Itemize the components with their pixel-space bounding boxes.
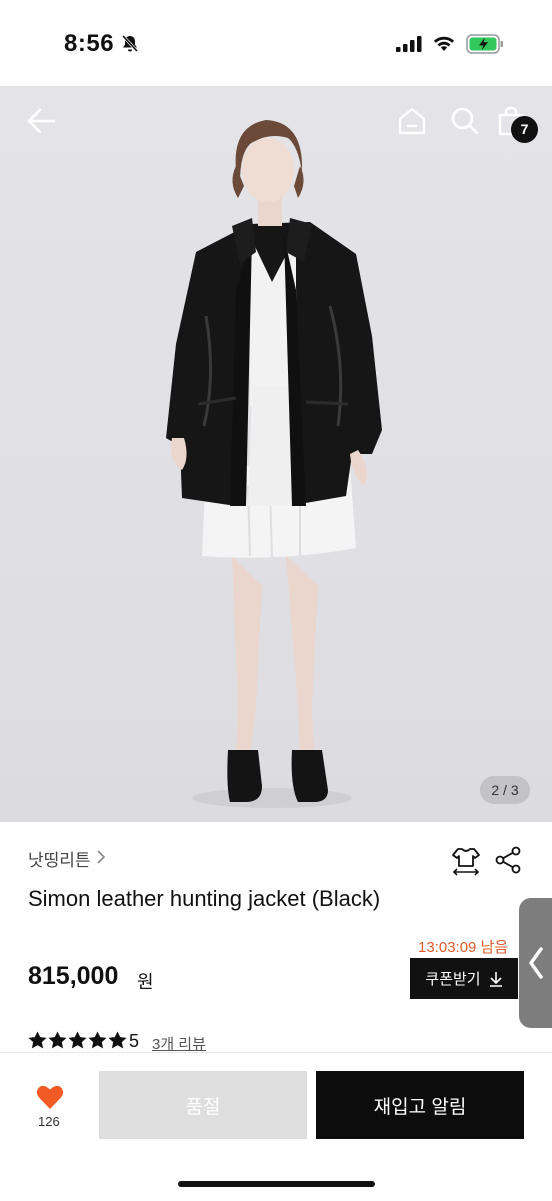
image-page-indicator: 2 / 3 bbox=[480, 776, 530, 804]
download-icon bbox=[489, 971, 502, 987]
star-icon bbox=[68, 1031, 87, 1049]
side-drawer-tab[interactable] bbox=[519, 898, 552, 1028]
brand-link[interactable]: 낫띵리튼 bbox=[28, 846, 91, 871]
battery-charging-icon bbox=[466, 34, 503, 54]
home-indicator[interactable] bbox=[178, 1181, 375, 1187]
restock-notify-label: 재입고 알림 bbox=[373, 1096, 467, 1118]
back-arrow-icon[interactable] bbox=[26, 106, 56, 136]
star-icon bbox=[108, 1031, 127, 1049]
home-icon[interactable] bbox=[397, 106, 427, 136]
product-title: Simon leather hunting jacket (Black) bbox=[28, 886, 381, 911]
status-bar: 8:56 bbox=[0, 0, 552, 86]
soldout-label: 품절 bbox=[185, 1096, 221, 1118]
search-icon[interactable] bbox=[450, 106, 480, 136]
star-icon bbox=[88, 1031, 107, 1049]
coupon-label: 쿠폰받기 bbox=[425, 971, 481, 988]
heart-icon[interactable] bbox=[36, 1084, 64, 1110]
coupon-download-button[interactable]: 쿠폰받기 bbox=[410, 958, 518, 999]
status-time: 8:56 bbox=[64, 30, 115, 57]
restock-notify-button[interactable]: 재입고 알림 bbox=[316, 1071, 524, 1139]
soldout-button[interactable]: 품절 bbox=[99, 1071, 307, 1139]
like-count: 126 bbox=[38, 1114, 60, 1129]
product-image[interactable] bbox=[0, 86, 552, 822]
rating-value: 5 bbox=[129, 1031, 140, 1051]
review-count-link[interactable]: 3개 리뷰 bbox=[152, 1033, 206, 1054]
star-icon bbox=[28, 1031, 47, 1049]
price-currency: 원 bbox=[137, 972, 154, 992]
product-price: 815,000 bbox=[28, 962, 119, 990]
star-icon bbox=[48, 1031, 67, 1049]
cart-count-badge: 7 bbox=[511, 116, 538, 143]
signal-icon bbox=[396, 36, 422, 52]
chevron-right-icon[interactable] bbox=[96, 849, 106, 865]
countdown-timer: 13:03:09 남음 bbox=[418, 939, 509, 956]
model-photo bbox=[166, 120, 382, 808]
rating-stars bbox=[28, 1031, 127, 1049]
wifi-icon bbox=[434, 36, 454, 51]
size-guide-icon[interactable] bbox=[451, 846, 481, 876]
share-icon[interactable] bbox=[494, 846, 522, 874]
chevron-left-icon bbox=[529, 947, 543, 979]
bell-muted-icon bbox=[121, 34, 139, 53]
